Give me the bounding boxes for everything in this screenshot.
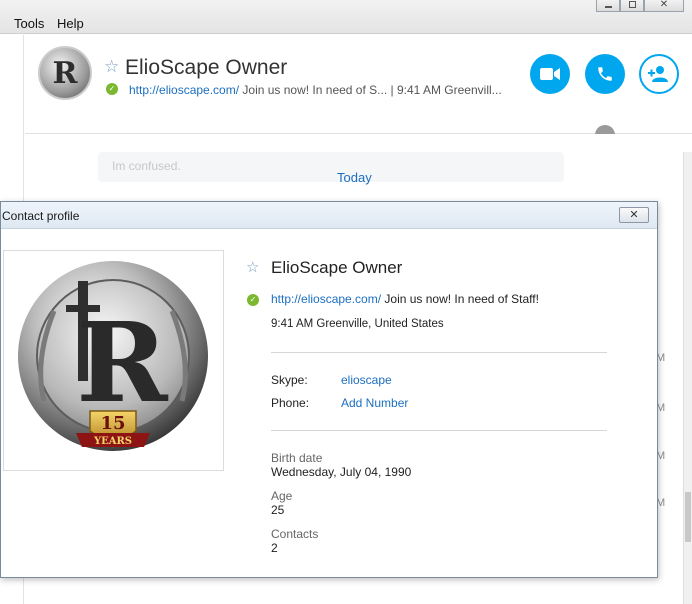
- online-status-icon: ✓: [106, 83, 118, 95]
- profile-mood-link[interactable]: http://elioscape.com/: [271, 292, 381, 306]
- maximize-button[interactable]: [620, 0, 644, 12]
- window-controls: ✕: [596, 0, 684, 12]
- dialog-close-button[interactable]: ✕: [619, 207, 649, 223]
- minimize-icon: [604, 5, 612, 8]
- age-value: 25: [271, 503, 285, 517]
- menu-help[interactable]: Help: [57, 16, 84, 31]
- divider: [271, 352, 607, 353]
- audio-call-button[interactable]: [585, 54, 625, 94]
- profile-mood-text: Join us now! In need of Staff!: [381, 292, 539, 306]
- profile-name: ElioScape Owner: [271, 258, 403, 277]
- profile-location: 9:41 AM Greenville, United States: [271, 318, 444, 330]
- contacts-value: 2: [271, 541, 278, 555]
- phone-icon: [598, 67, 612, 81]
- divider: [271, 430, 607, 431]
- avatar[interactable]: R: [38, 46, 92, 100]
- age-label: Age: [271, 489, 293, 503]
- add-person-icon: [648, 66, 668, 82]
- svg-text:R: R: [76, 298, 169, 427]
- close-icon: ✕: [659, 0, 669, 10]
- skype-window: Tools Help ✕ R ☆ ElioScape Owner ✓ http:…: [0, 0, 692, 604]
- phone-label: Phone:: [271, 396, 310, 410]
- add-number-link[interactable]: Add Number: [341, 396, 408, 410]
- video-camera-icon: [540, 68, 560, 80]
- chat-message-text: Im confused.: [112, 159, 181, 173]
- dialog-title: Contact profile: [2, 209, 80, 223]
- add-people-button[interactable]: [639, 54, 679, 94]
- scrollbar-thumb[interactable]: [685, 492, 691, 542]
- skype-name-link[interactable]: elioscape: [341, 373, 392, 387]
- favorite-star-icon[interactable]: ☆: [246, 258, 259, 276]
- online-status-icon: ✓: [247, 294, 259, 306]
- dialog-title-bar[interactable]: Contact profile ✕: [1, 202, 657, 229]
- minimize-button[interactable]: [596, 0, 620, 12]
- svg-text:15: 15: [100, 413, 125, 434]
- maximize-icon: [628, 1, 636, 8]
- contact-profile-dialog: Contact profile ✕ R 15 YEARS ☆ ElioScape…: [0, 201, 658, 578]
- window-close-button[interactable]: ✕: [644, 0, 684, 12]
- menu-bar: Tools Help ✕: [0, 0, 692, 34]
- mood-message: http://elioscape.com/ Join us now! In ne…: [129, 83, 502, 97]
- mood-text: Join us now! In need of S... | 9:41 AM G…: [239, 83, 502, 97]
- profile-logo-image: R 15 YEARS: [18, 261, 208, 451]
- menu-tools[interactable]: Tools: [14, 16, 44, 31]
- profile-picture: R 15 YEARS: [3, 250, 224, 471]
- contacts-label: Contacts: [271, 527, 319, 541]
- avatar-letter: R: [52, 55, 78, 91]
- favorite-star-icon[interactable]: ☆: [104, 57, 119, 77]
- profile-mood: http://elioscape.com/ Join us now! In ne…: [271, 292, 539, 306]
- birth-date-value: Wednesday, July 04, 1990: [271, 465, 412, 479]
- conversation-scrollbar[interactable]: [683, 152, 692, 604]
- video-call-button[interactable]: [530, 54, 570, 94]
- chat-message: Im confused.: [98, 152, 564, 182]
- mood-link[interactable]: http://elioscape.com/: [129, 83, 239, 97]
- conversation-title: ElioScape Owner: [125, 56, 288, 79]
- svg-text:YEARS: YEARS: [93, 436, 132, 447]
- close-icon: ✕: [629, 208, 639, 221]
- date-separator: Today: [337, 170, 372, 185]
- birth-date-label: Birth date: [271, 451, 323, 465]
- skype-label: Skype:: [271, 373, 308, 387]
